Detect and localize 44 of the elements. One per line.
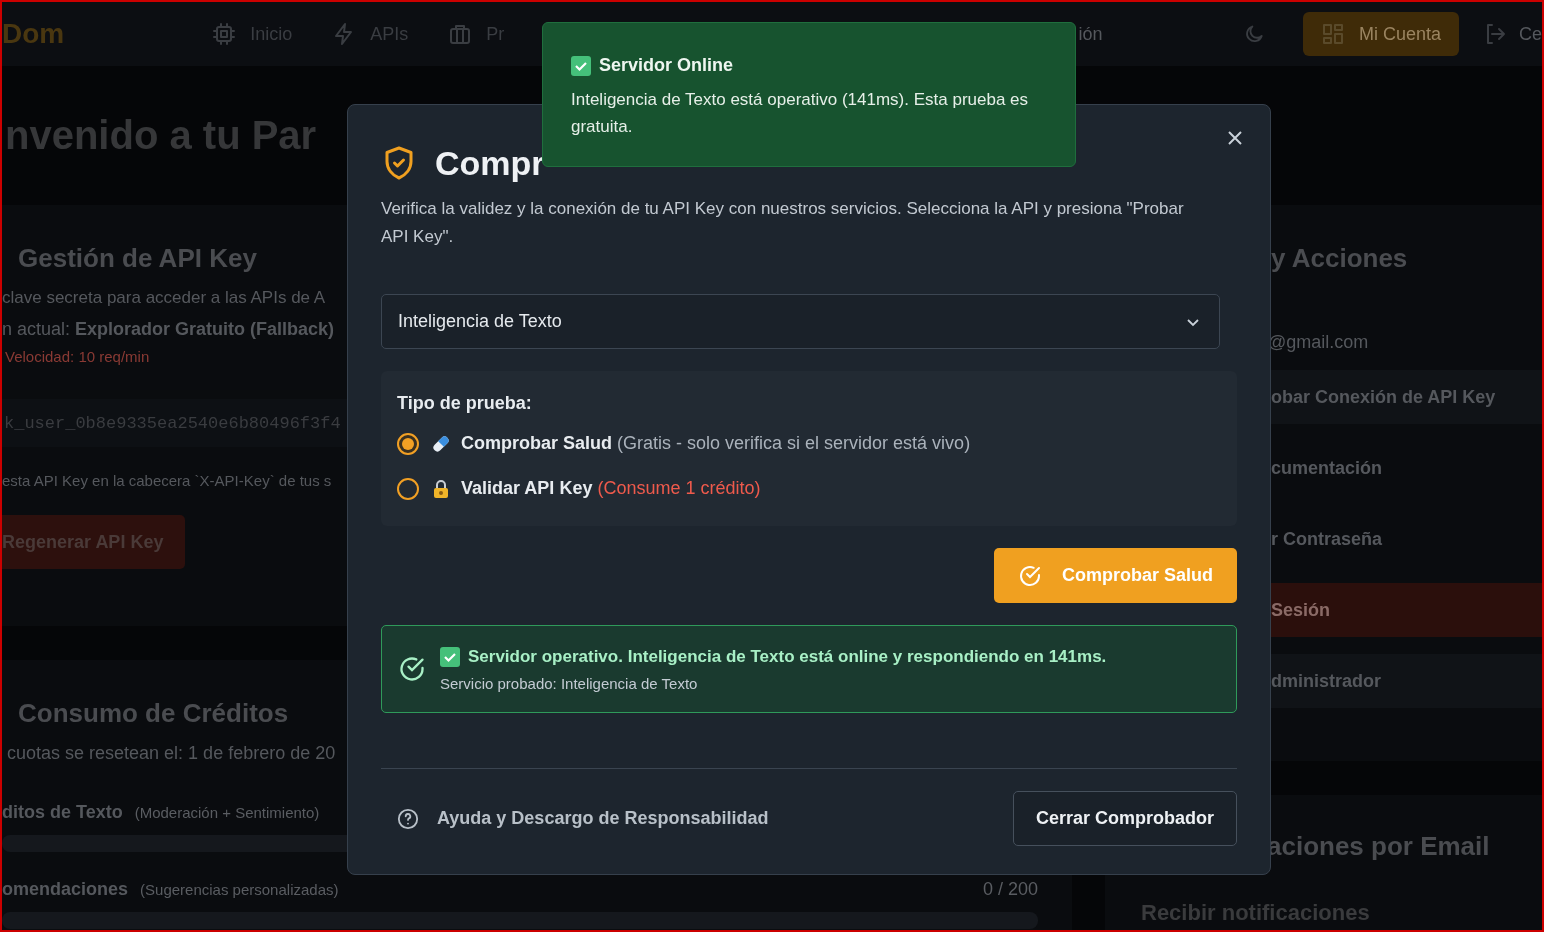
credit-name: ditos de Texto (2, 802, 123, 823)
option-label: Validar API Key (Consume 1 crédito) (461, 478, 761, 499)
credit-name: omendaciones (2, 879, 129, 900)
test-type-label: Tipo de prueba: (397, 393, 533, 414)
api-select[interactable]: Inteligencia de Texto (381, 294, 1220, 349)
plan-text: n actual: Explorador Gratuito (Fallback) (2, 319, 335, 340)
dialog-title: Compr (435, 143, 545, 183)
close-icon (1226, 129, 1244, 147)
toast-message: Inteligencia de Texto está operativo (141ms). Esta prueba es gratuita. (571, 89, 1030, 138)
help-icon (397, 807, 419, 830)
briefcase-icon (448, 22, 473, 46)
result-detail: Servicio probado: Inteligencia de Texto (440, 674, 699, 692)
email-text: @gmail.com (1267, 332, 1369, 353)
nav-link[interactable]: ión (1078, 23, 1103, 45)
credit-note: (Sugerencias personalizadas) (140, 881, 339, 898)
logout-link[interactable]: Ce (1483, 22, 1542, 46)
card-title: y Acciones (1270, 243, 1408, 274)
logo[interactable]: Dom (2, 18, 65, 50)
account-button[interactable]: Mi Cuenta (1302, 12, 1459, 56)
checkbox-icon (440, 646, 460, 667)
card-description: clave secreta para acceder a las APIs de A (2, 288, 326, 308)
close-checker-button[interactable]: Cerrar Comprobador (1012, 791, 1237, 846)
rate-limit-text: Velocidad: 10 req/min (4, 348, 150, 365)
card-title: aciones por Email (1266, 831, 1490, 862)
grid-icon (1320, 22, 1345, 46)
chip-icon (212, 22, 237, 46)
check-health-button[interactable]: Comprobar Salud (994, 548, 1237, 603)
toast-title: Servidor Online (599, 55, 734, 76)
card-title: Gestión de API Key (17, 243, 257, 274)
card-title: Consumo de Créditos (17, 698, 289, 729)
checkbox-icon (571, 55, 591, 76)
dialog-description: Verifica la validez y la conexión de tu API Key con nuestros servicios. Selecciona la API y presiona "Probar API Key". (381, 198, 1185, 248)
result-message: Servidor operativo. Inteligencia de Texto está online y respondiendo en 141ms. (468, 646, 1107, 667)
lock-icon (431, 478, 451, 499)
credit-note: (Moderación + Sentimiento) (134, 804, 320, 821)
credit-count: 0 / 200 (982, 879, 1038, 900)
help-link[interactable]: Ayuda y Descargo de Responsabilidad (381, 807, 769, 830)
circle-check-icon (398, 655, 426, 683)
circle-check-icon (1018, 563, 1042, 588)
radio-button[interactable] (397, 477, 419, 500)
reset-date-text: cuotas se resetean el: 1 de febrero de 20 (6, 743, 336, 764)
usage-hint: esta API Key en la cabecera `X-API-Key` de tus s (2, 472, 332, 489)
radio-button[interactable] (397, 432, 419, 455)
option-label: Comprobar Salud (Gratis - solo verifica si el servidor está vivo) (461, 433, 971, 454)
